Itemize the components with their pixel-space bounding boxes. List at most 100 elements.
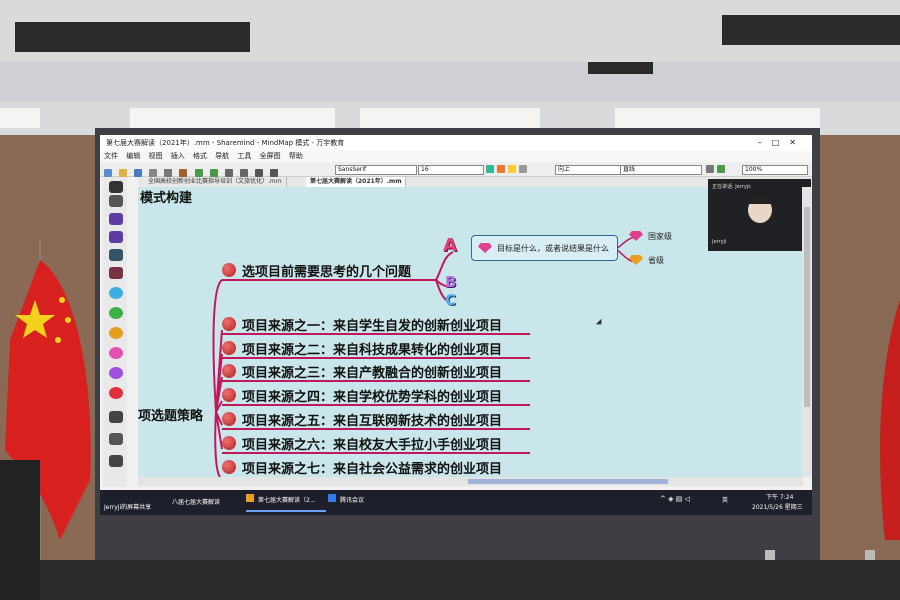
italic-icon[interactable] <box>270 169 279 177</box>
level-national[interactable]: 国家级 <box>648 231 672 242</box>
letter-c-icon[interactable]: C <box>445 291 456 309</box>
menu-navigate[interactable]: 导航 <box>209 152 229 160</box>
window-title: 第七届大赛解读（2021年）.mm - Sharemind - MindMap … <box>106 139 345 147</box>
tool-icon[interactable] <box>109 433 123 445</box>
node-source-2[interactable]: 项目来源之二：来自科技成果转化的创业项目 <box>242 339 502 358</box>
menu-fullscreen[interactable]: 全屏图 <box>254 152 281 160</box>
font-size-select[interactable]: 16 <box>418 165 484 175</box>
line-style-select[interactable]: 直线 <box>620 165 702 175</box>
node-underline <box>222 357 530 359</box>
plane-icon[interactable] <box>109 411 123 423</box>
taskbar-app-2[interactable]: 第七届大赛解读（2... <box>258 495 316 504</box>
window-controls[interactable]: –□✕ <box>758 135 806 151</box>
menu-file[interactable]: 文件 <box>100 152 118 160</box>
save-icon[interactable] <box>134 169 143 177</box>
node-source-6[interactable]: 项目来源之六：来自校友大手拉小手创业项目 <box>242 434 502 453</box>
node-underline <box>222 452 530 454</box>
horizontal-scrollbar[interactable] <box>138 477 803 486</box>
icon-picker-icon[interactable] <box>508 165 516 173</box>
print-icon[interactable] <box>706 165 714 173</box>
filter-icon[interactable] <box>519 165 527 173</box>
menu-format[interactable]: 格式 <box>187 152 207 160</box>
goal-box[interactable]: 目标是什么，或者说结果是什么 <box>471 235 618 261</box>
floor <box>0 560 900 600</box>
close-icon[interactable] <box>109 181 123 193</box>
clock-time[interactable]: 下午 7:24 <box>766 492 793 501</box>
copy-icon[interactable] <box>164 169 173 177</box>
letter-a-icon[interactable]: A <box>443 235 457 256</box>
ceiling-light <box>615 108 820 128</box>
vertical-scroll-thumb[interactable] <box>804 207 810 407</box>
node-underline <box>222 380 530 382</box>
ceiling-vent-right <box>722 15 900 45</box>
avatar-hair <box>748 195 772 204</box>
pin-icon[interactable] <box>109 195 123 207</box>
meeting-user-label: Jerryji <box>712 239 727 245</box>
menu-help[interactable]: 帮助 <box>283 152 303 160</box>
tab-training-file[interactable]: 全国高校创新创业比赛指导培训（文旅优化）.mm <box>144 177 287 187</box>
wall-socket <box>765 550 775 560</box>
pink-gem-icon[interactable] <box>109 347 123 359</box>
slide-icon[interactable] <box>109 249 123 261</box>
menu-view[interactable]: 视图 <box>142 152 162 160</box>
node-source-1[interactable]: 项目来源之一：来自学生自发的创新创业项目 <box>242 315 502 334</box>
node-bullet-icon <box>222 364 236 378</box>
ceiling-light <box>0 108 40 128</box>
goal-text: 目标是什么，或者说结果是什么 <box>497 244 609 253</box>
ceiling-vent-left <box>15 22 250 52</box>
clock-date[interactable]: 2021/5/26 星期三 <box>752 502 803 511</box>
toolbar: SansSerif 16 向上 直线 100% <box>100 162 812 177</box>
font-family-select[interactable]: SansSerif <box>335 165 417 175</box>
node-bullet-icon <box>222 341 236 355</box>
bold-icon[interactable] <box>254 169 263 177</box>
node-source-4[interactable]: 项目来源之四：来自学校优势学科的创业项目 <box>242 386 502 405</box>
taskbar-app-1[interactable]: 八届七届大赛解读 <box>172 497 220 506</box>
mindmap-canvas[interactable]: 模式构建 项选题策略 选项目前需要思考的几个问题 A B C 目标是什么，或者说… <box>138 179 811 477</box>
title-bar: 第七届大赛解读（2021年）.mm - Sharemind - MindMap … <box>100 135 812 151</box>
play-next-icon[interactable] <box>109 231 123 243</box>
horizontal-scroll-thumb[interactable] <box>468 479 668 484</box>
letter-b-icon[interactable]: B <box>445 273 456 291</box>
ime-indicator[interactable]: 英 <box>722 495 728 504</box>
node-bullet-icon <box>222 388 236 402</box>
menu-edit[interactable]: 编辑 <box>120 152 140 160</box>
orange-gem-icon[interactable] <box>109 327 123 339</box>
taskbar-app-3[interactable]: 腾讯会议 <box>340 495 364 504</box>
ceiling-beam <box>0 62 900 102</box>
tray-icons[interactable]: ^ ◈ ▤ ◁ <box>660 495 690 503</box>
node-source-5[interactable]: 项目来源之五：来自互联网新技术的创业项目 <box>242 410 502 429</box>
blue-gem-icon[interactable] <box>109 287 123 299</box>
node-source-7[interactable]: 项目来源之七：来自社会公益需求的创业项目 <box>242 458 502 477</box>
level-provincial[interactable]: 省级 <box>648 255 664 266</box>
node-source-3[interactable]: 项目来源之三：来自产教融合的创新创业项目 <box>242 362 502 381</box>
zoom-in-icon[interactable] <box>224 169 233 177</box>
zoom-out-icon[interactable] <box>239 169 248 177</box>
node-questions[interactable]: 选项目前需要思考的几个问题 <box>242 261 411 280</box>
tab-current-file[interactable]: 第七届大赛解读（2021年）.mm <box>306 177 407 187</box>
menu-insert[interactable]: 插入 <box>165 152 185 160</box>
export-icon[interactable] <box>717 165 725 173</box>
cut-icon[interactable] <box>149 169 158 177</box>
redo-icon[interactable] <box>209 169 218 177</box>
highlight-icon[interactable] <box>497 165 505 173</box>
undo-icon[interactable] <box>194 169 203 177</box>
icon-sidebar <box>103 177 127 487</box>
color-icon[interactable] <box>486 165 494 173</box>
paste-icon[interactable] <box>179 169 188 177</box>
menu-tools[interactable]: 工具 <box>231 152 251 160</box>
position-select[interactable]: 向上 <box>555 165 621 175</box>
slide-alt-icon[interactable] <box>109 267 123 279</box>
screen-share-label[interactable]: Jerryji的屏幕共享 <box>104 502 151 511</box>
vertical-scrollbar[interactable] <box>802 187 812 477</box>
new-icon[interactable] <box>104 169 112 177</box>
pink-gem-icon <box>478 243 492 253</box>
zoom-select[interactable]: 100% <box>742 165 808 175</box>
green-gem-icon[interactable] <box>109 307 123 319</box>
meeting-video-tile[interactable]: 正在讲话: Jerryjc Jerryji <box>708 179 811 251</box>
open-icon[interactable] <box>119 169 128 177</box>
red-gem-icon[interactable] <box>109 387 123 399</box>
purple-gem-icon[interactable] <box>109 367 123 379</box>
gear-icon[interactable] <box>109 455 123 467</box>
taskbar: Jerryji的屏幕共享 八届七届大赛解读 第七届大赛解读（2... 腾讯会议 … <box>100 490 812 515</box>
play-icon[interactable] <box>109 213 123 225</box>
